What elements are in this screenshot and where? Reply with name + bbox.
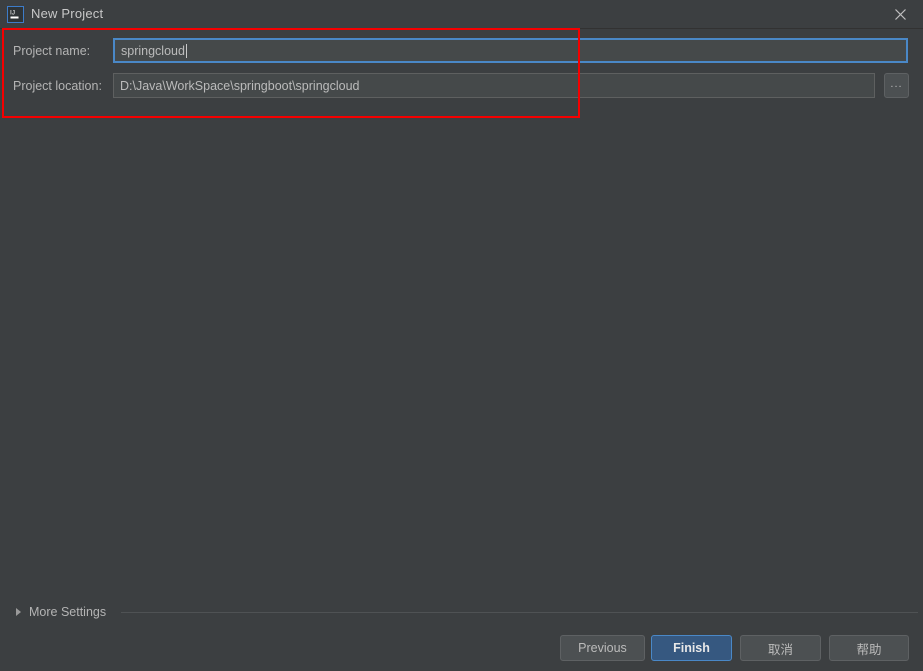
project-name-label: Project name: xyxy=(13,44,91,58)
project-location-label: Project location: xyxy=(13,79,102,93)
project-location-value: D:\Java\WorkSpace\springboot\springcloud xyxy=(120,78,360,93)
chevron-right-icon xyxy=(16,608,21,616)
section-divider xyxy=(121,612,918,613)
browse-folder-label: ... xyxy=(890,78,903,90)
project-name-input[interactable]: springcloud xyxy=(113,38,908,63)
title-bar: IJ New Project xyxy=(0,0,923,29)
project-name-value: springcloud xyxy=(121,43,185,58)
project-location-input[interactable]: D:\Java\WorkSpace\springboot\springcloud xyxy=(113,73,875,98)
svg-text:IJ: IJ xyxy=(10,10,15,17)
finish-button[interactable]: Finish xyxy=(651,635,732,661)
more-settings-label: More Settings xyxy=(29,605,107,619)
browse-folder-button[interactable]: ... xyxy=(884,73,909,98)
page-title: New Project xyxy=(31,6,104,21)
new-project-dialog: IJ New Project Project name: springcloud… xyxy=(0,0,923,671)
intellij-idea-icon: IJ xyxy=(7,6,24,23)
close-icon[interactable] xyxy=(878,0,923,28)
previous-button[interactable]: Previous xyxy=(560,635,645,661)
help-button[interactable]: 帮助 xyxy=(829,635,909,661)
more-settings-section: More Settings xyxy=(0,602,923,622)
dialog-button-row: Previous Finish 取消 帮助 xyxy=(0,635,923,663)
cancel-button[interactable]: 取消 xyxy=(740,635,821,661)
text-caret xyxy=(185,43,187,58)
more-settings-toggle[interactable]: More Settings xyxy=(16,602,106,622)
